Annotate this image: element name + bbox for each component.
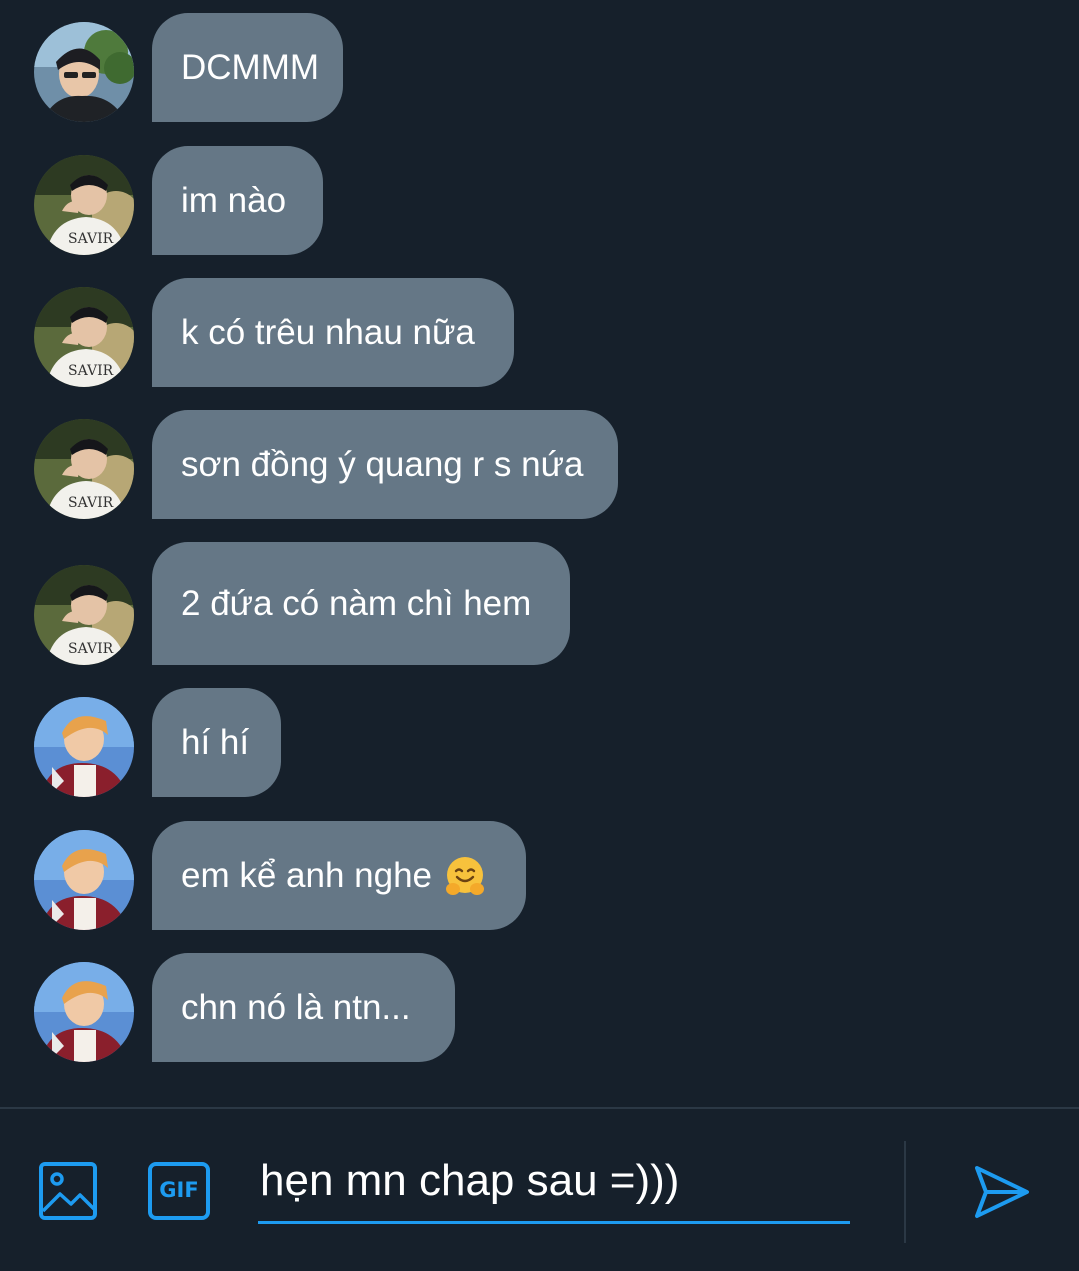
message-bubble[interactable]: 2 đứa có nàm chì hem	[152, 542, 570, 665]
message-bubble[interactable]: hí hí	[152, 688, 281, 797]
send-icon	[975, 1166, 1029, 1218]
message-text: k có trêu nhau nữa	[181, 312, 475, 352]
svg-text:SAVIR: SAVIR	[68, 495, 114, 511]
message-text: chn nó là ntn...	[181, 987, 411, 1027]
avatar[interactable]	[34, 962, 134, 1062]
avatar[interactable]	[34, 22, 134, 122]
message-text: 2 đứa có nàm chì hem	[181, 583, 532, 623]
message-bubble[interactable]: DCMMM	[152, 13, 343, 122]
message-text: im nào	[181, 180, 287, 220]
hugging-face-emoji	[444, 855, 486, 897]
message-bubble[interactable]: im nào	[152, 146, 323, 255]
message-composer: GIF hẹn mn chap sau =)))	[0, 1107, 1079, 1271]
message-text: em kể anh nghe	[181, 855, 433, 895]
send-button[interactable]	[968, 1159, 1034, 1225]
message-input-text[interactable]: hẹn mn chap sau =)))	[260, 1153, 679, 1209]
gif-label: GIF	[159, 1178, 199, 1202]
message-bubble[interactable]: sơn đồng ý quang r s nứa	[152, 410, 618, 519]
message-text: hí hí	[181, 722, 250, 762]
image-button[interactable]	[36, 1159, 100, 1223]
message-bubble[interactable]: em kể anh nghe	[152, 821, 526, 930]
message-thread: DCMMM SAVIR im nào SAVIR k có trêu nhau …	[0, 0, 1079, 1107]
svg-text:SAVIR: SAVIR	[68, 231, 114, 247]
message-text: DCMMM	[181, 47, 320, 87]
message-bubble[interactable]: k có trêu nhau nữa	[152, 278, 514, 387]
gif-button[interactable]: GIF	[148, 1161, 212, 1221]
message-input[interactable]: hẹn mn chap sau =)))	[258, 1149, 850, 1224]
svg-text:SAVIR: SAVIR	[68, 363, 114, 379]
image-icon	[39, 1162, 97, 1220]
message-text: sơn đồng ý quang r s nứa	[181, 444, 584, 484]
avatar[interactable]: SAVIR	[34, 287, 134, 387]
avatar[interactable]: SAVIR	[34, 565, 134, 665]
svg-text:SAVIR: SAVIR	[68, 641, 114, 657]
message-bubble[interactable]: chn nó là ntn...	[152, 953, 455, 1062]
avatar[interactable]	[34, 697, 134, 797]
composer-divider	[904, 1141, 906, 1243]
avatar[interactable]: SAVIR	[34, 155, 134, 255]
avatar[interactable]: SAVIR	[34, 419, 134, 519]
avatar[interactable]	[34, 830, 134, 930]
